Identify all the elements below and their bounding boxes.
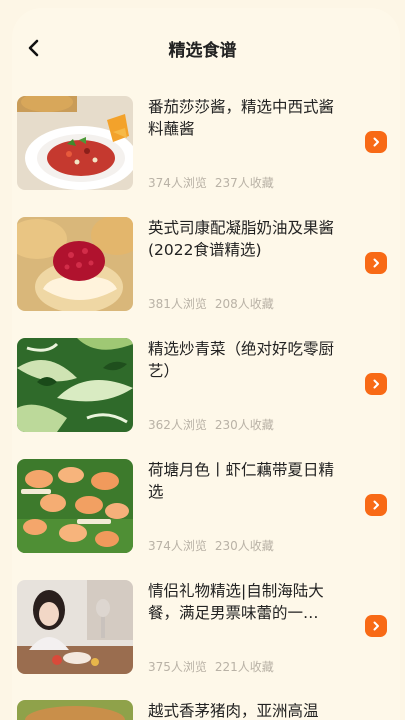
salsa-bowl-image	[17, 96, 133, 190]
recipe-card[interactable]: 情侣礼物精选|自制海陆大餐，满足男票味蕾的一… 375人浏览 221人收藏	[0, 578, 405, 699]
view-count: 381人浏览	[148, 297, 207, 311]
open-recipe-button[interactable]	[365, 494, 387, 516]
recipe-stats: 374人浏览 230人收藏	[148, 537, 274, 554]
recipe-thumbnail	[17, 338, 133, 432]
favorite-count: 208人收藏	[214, 297, 274, 311]
scone-image	[17, 217, 133, 311]
favorite-count: 230人收藏	[214, 539, 274, 553]
recipe-title: 英式司康配凝脂奶油及果酱(2022食谱精选)	[148, 219, 335, 259]
recipe-title: 番茄莎莎酱，精选中西式酱料蘸酱	[148, 98, 335, 138]
recipe-thumbnail	[17, 459, 133, 553]
green-vegetable-image	[17, 338, 133, 432]
recipe-stats: 362人浏览 230人收藏	[148, 416, 274, 433]
recipe-stats: 375人浏览 221人收藏	[148, 658, 274, 675]
recipe-title: 荷塘月色丨虾仁藕带夏日精选	[148, 461, 335, 501]
header-bar: 精选食谱	[0, 24, 405, 72]
recipe-title: 越式香茅猪肉，亚洲高温	[148, 702, 319, 720]
open-recipe-button[interactable]	[365, 373, 387, 395]
page-title: 精选食谱	[168, 41, 237, 61]
recipe-thumbnail	[17, 700, 133, 720]
recipe-thumbnail	[17, 580, 133, 674]
chevron-right-icon	[373, 621, 379, 631]
recipe-title: 精选炒青菜（绝对好吃零厨艺）	[148, 340, 335, 380]
recipe-card-partial[interactable]: 越式香茅猪肉，亚洲高温	[0, 700, 405, 720]
open-recipe-button[interactable]	[365, 131, 387, 153]
chevron-right-icon	[373, 379, 379, 389]
recipe-card[interactable]: 番茄莎莎酱，精选中西式酱料蘸酱 374人浏览 237人收藏	[0, 94, 405, 215]
recipe-card[interactable]: 荷塘月色丨虾仁藕带夏日精选 374人浏览 230人收藏	[0, 457, 405, 578]
open-recipe-button[interactable]	[365, 252, 387, 274]
dinner-photo-image	[17, 580, 133, 674]
view-count: 362人浏览	[148, 418, 207, 432]
chevron-right-icon	[373, 137, 379, 147]
recipe-thumbnail	[17, 96, 133, 190]
favorite-count: 230人收藏	[214, 418, 274, 432]
recipe-stats: 381人浏览 208人收藏	[148, 295, 274, 312]
recipe-stats: 374人浏览 237人收藏	[148, 174, 274, 191]
recipe-title: 情侣礼物精选|自制海陆大餐，满足男票味蕾的一…	[148, 582, 324, 622]
chevron-right-icon	[373, 500, 379, 510]
shrimp-dish-image	[17, 459, 133, 553]
recipe-card[interactable]: 精选炒青菜（绝对好吃零厨艺） 362人浏览 230人收藏	[0, 336, 405, 457]
recipe-screen: 精选食谱 番茄莎莎酱，精选中西式酱料蘸酱 374人浏览 237人收藏 英式司康配…	[0, 0, 405, 720]
view-count: 374人浏览	[148, 176, 207, 190]
favorite-count: 237人收藏	[214, 176, 274, 190]
view-count: 375人浏览	[148, 660, 207, 674]
view-count: 374人浏览	[148, 539, 207, 553]
recipe-list: 番茄莎莎酱，精选中西式酱料蘸酱 374人浏览 237人收藏 英式司康配凝脂奶油及…	[0, 94, 405, 699]
recipe-thumbnail	[17, 217, 133, 311]
favorite-count: 221人收藏	[214, 660, 274, 674]
recipe-card[interactable]: 英式司康配凝脂奶油及果酱(2022食谱精选) 381人浏览 208人收藏	[0, 215, 405, 336]
open-recipe-button[interactable]	[365, 615, 387, 637]
pork-dish-image	[17, 700, 133, 720]
chevron-right-icon	[373, 258, 379, 268]
